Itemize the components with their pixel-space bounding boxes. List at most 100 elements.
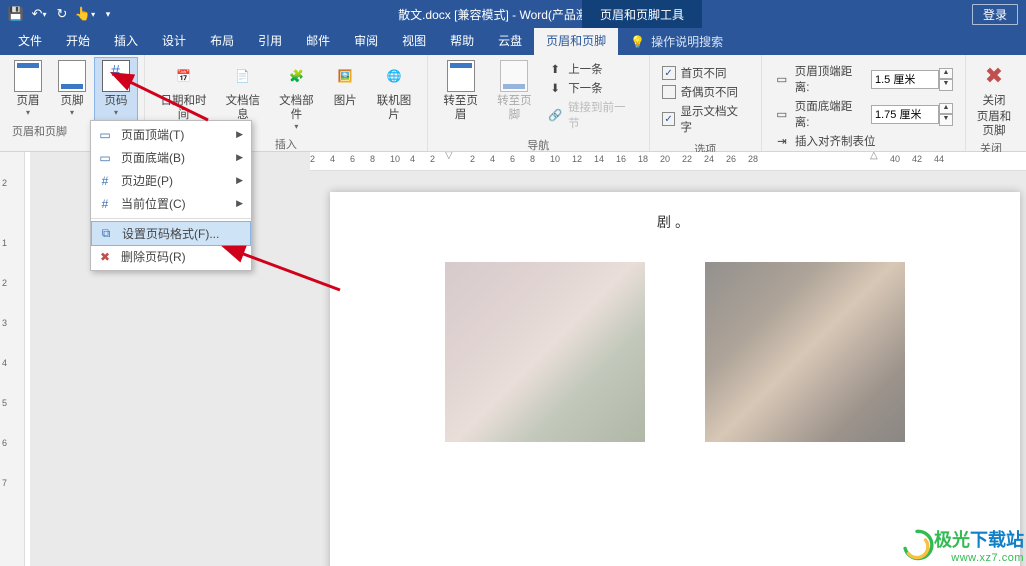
online-picture-icon: 🌐 bbox=[378, 60, 410, 92]
horizontal-ruler: 24681042 ▽ 246810121416182022242628 △ 40… bbox=[310, 152, 1026, 171]
picture-icon: 🖼️ bbox=[329, 60, 361, 92]
tab-file[interactable]: 文件 bbox=[6, 27, 54, 55]
submenu-arrow-icon: ▶ bbox=[236, 198, 243, 209]
goto-footer-icon bbox=[498, 60, 530, 92]
spin-down-icon[interactable]: ▼ bbox=[939, 79, 953, 91]
link-previous-button: 🔗 链接到前一节 bbox=[547, 99, 636, 131]
undo-icon[interactable]: ↶▾ bbox=[31, 6, 47, 22]
tab-insert[interactable]: 插入 bbox=[102, 27, 150, 55]
footer-bottom-input[interactable] bbox=[871, 105, 939, 124]
diff-first-label: 首页不同 bbox=[681, 65, 727, 81]
spin-up-icon[interactable]: ▲ bbox=[939, 103, 953, 115]
tab-references[interactable]: 引用 bbox=[246, 27, 294, 55]
ruler-tick: 1 bbox=[2, 238, 7, 248]
menu-current-position[interactable]: # 当前位置(C) ▶ bbox=[91, 192, 251, 215]
goto-header-button[interactable]: 转至页眉 bbox=[434, 57, 488, 122]
next-icon: ⬇ bbox=[547, 80, 563, 96]
save-icon[interactable]: 💾 bbox=[8, 6, 24, 22]
menu-remove-page-number[interactable]: ✖删除页码(R) bbox=[91, 245, 251, 268]
tab-review[interactable]: 审阅 bbox=[342, 27, 390, 55]
document-text: 剧。 bbox=[350, 212, 1000, 232]
diff-first-page-checkbox[interactable]: ✓首页不同 bbox=[662, 65, 749, 81]
ruler-tick: 2 bbox=[2, 178, 7, 188]
group-position: ▭ 页眉顶端距离: ▲▼ ▭ 页面底端距离: ▲▼ ⇥插入对齐制表位 位置 bbox=[762, 55, 966, 151]
prev-section-button[interactable]: ⬆上一条 bbox=[547, 61, 636, 77]
ruler-tick: 2 bbox=[2, 278, 7, 288]
tab-header-footer[interactable]: 页眉和页脚 bbox=[534, 27, 618, 55]
ruler-tick: 4 bbox=[2, 358, 7, 368]
menu-page-top[interactable]: ▭页面顶端(T)▶ bbox=[91, 123, 251, 146]
vertical-ruler: 2 1 2 3 4 5 6 7 bbox=[0, 152, 25, 566]
spin-down-icon[interactable]: ▼ bbox=[939, 114, 953, 126]
page-number-button[interactable]: # 页码 ▾ bbox=[94, 57, 138, 121]
submenu-arrow-icon: ▶ bbox=[236, 175, 243, 186]
link-icon: 🔗 bbox=[547, 107, 563, 123]
tool-tab-label: 页眉和页脚工具 bbox=[600, 6, 684, 23]
image-placeholder-flowers bbox=[445, 262, 645, 442]
doc-parts-icon: 🧩 bbox=[280, 60, 312, 92]
ribbon-tabs: 文件 开始 插入 设计 布局 引用 邮件 审阅 视图 帮助 云盘 页眉和页脚 💡… bbox=[0, 28, 1026, 55]
ruler-tick: 7 bbox=[2, 478, 7, 488]
date-time-label: 日期和时间 bbox=[155, 94, 212, 122]
spin-up-icon[interactable]: ▲ bbox=[939, 68, 953, 80]
close-hf-button[interactable]: ✖ 关闭 页眉和页脚 bbox=[972, 57, 1016, 138]
header-top-icon: ▭ bbox=[774, 71, 790, 87]
image-placeholder-portrait bbox=[705, 262, 905, 442]
tab-design[interactable]: 设计 bbox=[150, 27, 198, 55]
doc-parts-button[interactable]: 🧩 文档部件 ▾ bbox=[270, 57, 324, 134]
doc-info-icon: 📄 bbox=[227, 60, 259, 92]
date-time-button[interactable]: 📅 日期和时间 bbox=[151, 57, 216, 122]
current-pos-icon: # bbox=[97, 196, 113, 212]
tell-me[interactable]: 💡 操作说明搜索 bbox=[618, 28, 735, 55]
window-title: 散文.docx [兼容模式] - Word(产品激活失败) bbox=[0, 6, 1026, 23]
group-navigation: 转至页眉 转至页脚 ⬆上一条 ⬇下一条 🔗链接到前一节 导航 bbox=[428, 55, 650, 151]
tab-home[interactable]: 开始 bbox=[54, 27, 102, 55]
header-button[interactable]: 页眉 ▾ bbox=[6, 57, 50, 120]
next-section-button[interactable]: ⬇ 下一条 bbox=[547, 80, 636, 96]
group-label-hf: 页眉和页脚 bbox=[6, 121, 67, 142]
tab-mailings[interactable]: 邮件 bbox=[294, 27, 342, 55]
show-doc-text-checkbox[interactable]: ✓显示文档文字 bbox=[662, 103, 749, 135]
touch-mode-icon[interactable]: 👆▾ bbox=[77, 6, 93, 22]
insert-align-tab-button[interactable]: ⇥插入对齐制表位 bbox=[774, 133, 953, 149]
goto-footer-button[interactable]: 转至页脚 bbox=[488, 57, 542, 122]
header-top-input[interactable] bbox=[871, 70, 939, 89]
page-top-icon: ▭ bbox=[97, 127, 113, 143]
doc-parts-label: 文档部件 bbox=[274, 94, 320, 122]
compat-mode: [兼容模式] bbox=[454, 8, 509, 22]
remove-icon: ✖ bbox=[97, 249, 113, 265]
tab-view[interactable]: 视图 bbox=[390, 27, 438, 55]
diff-odd-even-checkbox[interactable]: 奇偶页不同 bbox=[662, 84, 749, 100]
ruler-tick: 3 bbox=[2, 318, 7, 328]
footer-button[interactable]: 页脚 ▾ bbox=[50, 57, 94, 120]
next-label: 下一条 bbox=[568, 80, 603, 96]
tab-layout[interactable]: 布局 bbox=[198, 27, 246, 55]
goto-header-icon bbox=[445, 60, 477, 92]
prev-label: 上一条 bbox=[568, 61, 603, 77]
menu-current-position-label: 当前位置(C) bbox=[121, 195, 186, 212]
goto-footer-label: 转至页脚 bbox=[492, 94, 538, 122]
picture-button[interactable]: 🖼️ 图片 bbox=[323, 57, 367, 108]
menu-format-page-number[interactable]: ⧉设置页码格式(F)... bbox=[91, 221, 251, 246]
menu-page-margin-label: 页边距(P) bbox=[121, 172, 173, 189]
page-bottom-icon: ▭ bbox=[97, 150, 113, 166]
login-button[interactable]: 登录 bbox=[972, 4, 1018, 25]
page-margin-icon: # bbox=[97, 173, 113, 189]
qat-customize-icon[interactable]: ▾ bbox=[100, 6, 116, 22]
menu-page-margin[interactable]: # 页边距(P) ▶ bbox=[91, 169, 251, 192]
menu-page-bottom[interactable]: ▭页面底端(B)▶ bbox=[91, 146, 251, 169]
tab-help[interactable]: 帮助 bbox=[438, 27, 486, 55]
contextual-tool-tab: 页眉和页脚工具 bbox=[582, 0, 702, 28]
doc-name: 散文.docx bbox=[398, 8, 451, 22]
bulb-icon: 💡 bbox=[630, 35, 645, 49]
redo-icon[interactable]: ↻ bbox=[54, 6, 70, 22]
format-icon: ⧉ bbox=[98, 226, 114, 242]
footer-bottom-icon: ▭ bbox=[774, 106, 790, 122]
tab-cloud[interactable]: 云盘 bbox=[486, 27, 534, 55]
close-hf-label: 页眉和页脚 bbox=[976, 110, 1012, 138]
close-icon: ✖ bbox=[978, 60, 1010, 92]
show-doc-text-label: 显示文档文字 bbox=[680, 103, 748, 135]
link-previous-label: 链接到前一节 bbox=[568, 99, 636, 131]
online-picture-button[interactable]: 🌐 联机图片 bbox=[367, 57, 421, 122]
close-label: 关闭 bbox=[982, 94, 1005, 108]
